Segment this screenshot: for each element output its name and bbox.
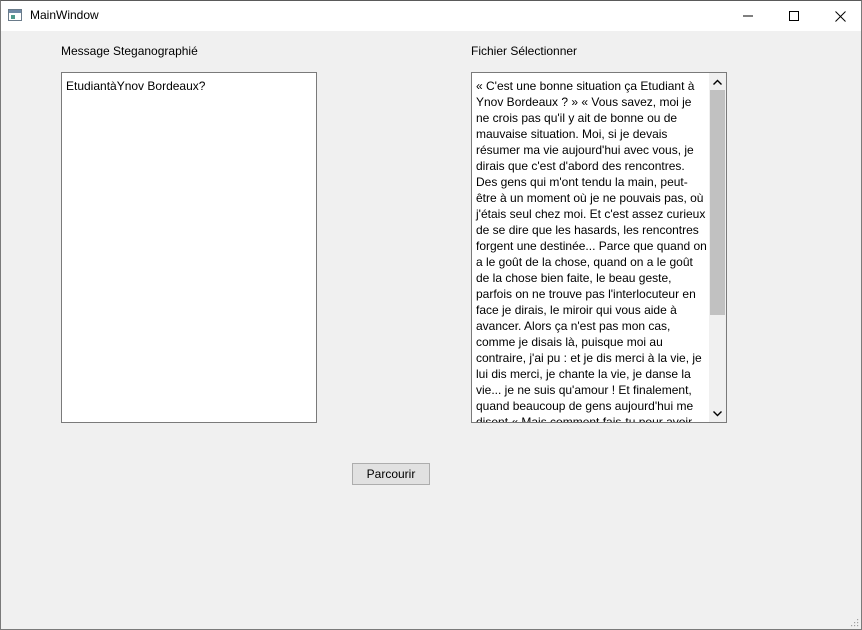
vertical-scrollbar[interactable] xyxy=(709,73,726,422)
file-label: Fichier Sélectionner xyxy=(471,44,578,58)
message-textbox[interactable]: EtudiantàYnov Bordeaux? xyxy=(61,72,317,423)
chevron-down-icon xyxy=(713,410,722,416)
close-icon xyxy=(834,10,846,22)
file-text-content: « C'est une bonne situation ça Etudiant … xyxy=(476,79,707,423)
window-title: MainWindow xyxy=(30,8,99,22)
title-bar[interactable]: MainWindow xyxy=(1,1,861,31)
resize-grip-icon[interactable] xyxy=(849,617,859,627)
chevron-up-icon xyxy=(713,79,722,85)
main-window: MainWindow Message Steganographié Fichie… xyxy=(0,0,862,630)
maximize-button[interactable] xyxy=(771,1,817,31)
close-button[interactable] xyxy=(817,1,861,31)
window-app-icon xyxy=(8,9,22,21)
minimize-button[interactable] xyxy=(725,1,771,31)
browse-button[interactable]: Parcourir xyxy=(352,463,430,485)
message-label: Message Steganographié xyxy=(61,44,198,58)
minimize-icon xyxy=(743,15,753,17)
maximize-icon xyxy=(789,11,799,21)
file-textbox[interactable]: « C'est une bonne situation ça Etudiant … xyxy=(471,72,727,423)
scroll-down-button[interactable] xyxy=(709,405,726,422)
scroll-thumb[interactable] xyxy=(710,90,725,315)
scroll-up-button[interactable] xyxy=(709,73,726,90)
